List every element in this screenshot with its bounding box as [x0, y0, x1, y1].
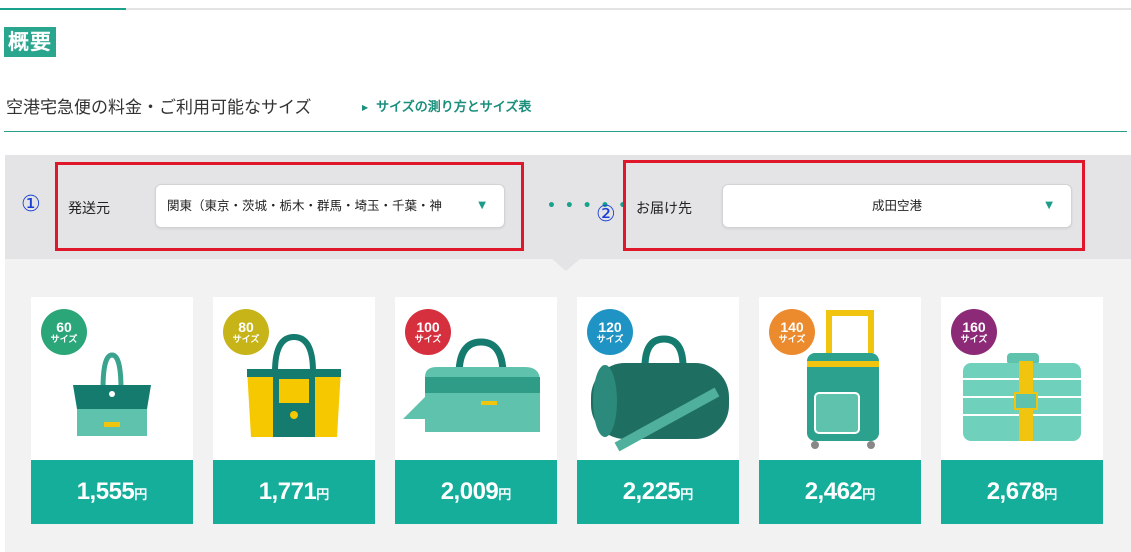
panel-pointer — [551, 258, 581, 271]
page-subheading: 空港宅急便の料金・ご利用可能なサイズ — [6, 98, 312, 118]
price-bar: 2,462円 — [759, 460, 921, 524]
chevron-down-icon: ▼ — [1045, 200, 1053, 211]
origin-select[interactable]: 関東（東京・茨城・栃木・群馬・埼玉・千葉・神 ▼ — [155, 184, 505, 228]
price-value: 2,462 — [804, 478, 863, 505]
size-unit: サイズ — [232, 334, 260, 344]
size-card-100[interactable]: 100 サイズ 2,009円 — [395, 297, 557, 524]
size-badge: 120 サイズ — [587, 309, 633, 355]
price-value: 2,009 — [440, 478, 499, 505]
size-number: 80 — [238, 319, 254, 335]
size-unit: サイズ — [50, 334, 78, 344]
section-title: 概要 — [4, 27, 56, 57]
price-value: 1,771 — [258, 478, 317, 505]
price-value: 2,678 — [986, 478, 1045, 505]
size-card-60[interactable]: 60 サイズ 1,555円 — [31, 297, 193, 524]
origin-label: 発送元 — [68, 201, 110, 217]
size-badge: 60 サイズ — [41, 309, 87, 355]
active-tab-indicator — [0, 8, 126, 10]
size-unit: サイズ — [414, 334, 442, 344]
yen-unit: 円 — [862, 487, 876, 502]
yen-unit: 円 — [134, 487, 148, 502]
size-number: 100 — [416, 319, 440, 335]
top-divider — [0, 8, 1131, 10]
size-guide-link[interactable]: ▶ サイズの測り方とサイズ表 — [362, 98, 531, 118]
size-badge: 80 サイズ — [223, 309, 269, 355]
size-badge: 140 サイズ — [769, 309, 815, 355]
size-guide-link-label: サイズの測り方とサイズ表 — [376, 100, 532, 115]
price-bar: 2,225円 — [577, 460, 739, 524]
size-badge: 100 サイズ — [405, 309, 451, 355]
destination-select-value: 成田空港 — [871, 198, 922, 213]
subheading-divider — [4, 131, 1127, 132]
triangle-right-icon: ▶ — [362, 103, 369, 112]
chevron-down-icon: ▼ — [478, 200, 486, 211]
size-unit: サイズ — [960, 334, 988, 344]
origin-select-value: 関東（東京・茨城・栃木・群馬・埼玉・千葉・神 — [167, 198, 443, 213]
yen-unit: 円 — [1044, 487, 1058, 502]
price-bar: 1,771円 — [213, 460, 375, 524]
size-number: 140 — [780, 319, 804, 335]
price-bar: 2,009円 — [395, 460, 557, 524]
size-unit: サイズ — [596, 334, 624, 344]
yen-unit: 円 — [498, 487, 512, 502]
price-bar: 2,678円 — [941, 460, 1103, 524]
size-card-80[interactable]: 80 サイズ 1,771円 — [213, 297, 375, 524]
yen-unit: 円 — [680, 487, 694, 502]
destination-marker: ② — [596, 202, 616, 227]
price-value: 1,555 — [76, 478, 135, 505]
size-card-120[interactable]: 120 サイズ 2,225円 — [577, 297, 739, 524]
origin-marker: ① — [21, 192, 41, 217]
size-number: 60 — [56, 319, 72, 335]
route-connector: • • • • • — [547, 198, 630, 214]
size-card-140[interactable]: 140 サイズ 2,462円 — [759, 297, 921, 524]
size-number: 160 — [962, 319, 986, 335]
destination-select[interactable]: 成田空港 ▼ — [722, 184, 1072, 228]
size-badge: 160 サイズ — [951, 309, 997, 355]
price-value: 2,225 — [622, 478, 681, 505]
destination-label: お届け先 — [636, 201, 692, 217]
yen-unit: 円 — [316, 487, 330, 502]
price-bar: 1,555円 — [31, 460, 193, 524]
size-card-160[interactable]: 160 サイズ 2,678円 — [941, 297, 1103, 524]
size-unit: サイズ — [778, 334, 806, 344]
size-number: 120 — [598, 319, 622, 335]
